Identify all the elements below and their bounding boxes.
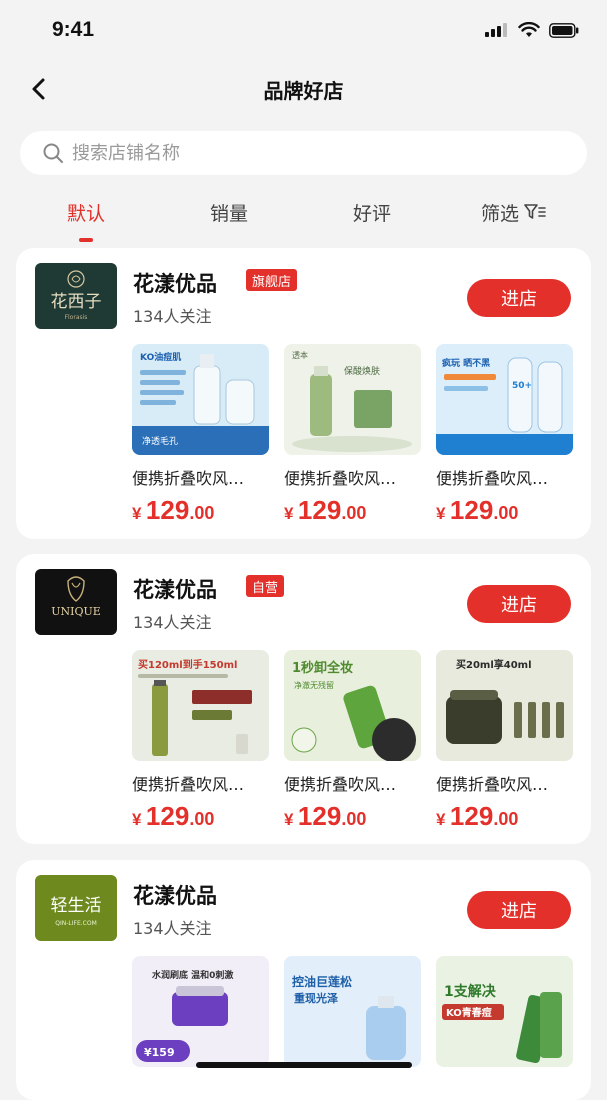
svg-text:控油巨莲松: 控油巨莲松 <box>292 974 352 989</box>
wifi-icon <box>518 22 540 37</box>
logo-subtext: Florasis <box>65 314 88 321</box>
svg-text:KO青春痘: KO青春痘 <box>446 1006 492 1019</box>
tab-sales[interactable]: 销量 <box>210 192 248 232</box>
svg-text:重现光泽: 重现光泽 <box>294 991 338 1005</box>
svg-text:1支解决: 1支解决 <box>444 983 497 1000</box>
svg-text:透本: 透本 <box>292 350 308 360</box>
enter-shop-button[interactable]: 进店 <box>467 891 571 929</box>
svg-text:50+: 50+ <box>512 381 532 391</box>
logo-text: 花西子 <box>51 292 102 312</box>
product-item[interactable]: 买20ml享40ml 便携折叠吹风… ¥ 129.00 <box>436 650 574 832</box>
tab-label: 销量 <box>210 202 249 225</box>
enter-shop-button[interactable]: 进店 <box>467 279 571 317</box>
shop-badge: 旗舰店 <box>246 269 298 291</box>
svg-text:买20ml享40ml: 买20ml享40ml <box>456 658 532 671</box>
product-price: ¥ 129.00 <box>436 495 519 525</box>
product-image: 1支解决 KO青春痘 <box>436 956 573 1067</box>
search-bar[interactable] <box>20 131 587 175</box>
enter-shop-button[interactable]: 进店 <box>467 585 571 623</box>
tab-active-indicator <box>79 238 93 242</box>
svg-text:KO油痘肌: KO油痘肌 <box>140 351 181 363</box>
product-item[interactable]: 疯玩 晒不黑 50+ 便携折叠吹风… ¥ 129.00 <box>436 344 574 526</box>
shop-name: 花漾优品 <box>133 272 217 296</box>
svg-text:¥159: ¥159 <box>144 1046 175 1059</box>
product-name: 便携折叠吹风… <box>284 775 397 794</box>
product-name: 便携折叠吹风… <box>132 469 245 488</box>
product-image: 疯玩 晒不黑 50+ <box>436 344 573 455</box>
follower-count: 134人关注 <box>133 919 212 938</box>
logo-text: 轻生活 <box>51 896 102 916</box>
svg-text:买120ml到手150ml: 买120ml到手150ml <box>138 658 237 671</box>
page-title: 品牌好店 <box>263 78 344 103</box>
product-item[interactable]: 1秒卸全妆 净澈无残留 便携折叠吹风… ¥ 129.00 <box>284 650 422 832</box>
shop-badge: 自营 <box>246 575 285 597</box>
tab-default[interactable]: 默认 <box>67 192 106 242</box>
product-name: 便携折叠吹风… <box>436 469 549 488</box>
back-button[interactable] <box>24 74 52 104</box>
product-price: ¥ 129.00 <box>284 495 367 525</box>
filter-icon <box>524 204 546 219</box>
product-item[interactable]: 控油巨莲松 重现光泽 <box>284 956 422 1067</box>
product-price: ¥ 129.00 <box>284 801 367 831</box>
product-image: 控油巨莲松 重现光泽 <box>284 956 421 1067</box>
shop-name: 花漾优品 <box>133 884 217 908</box>
product-image: KO油痘肌 净透毛孔 <box>132 344 269 455</box>
product-item[interactable]: 水润刷底 温和0刺激 ¥159 <box>132 956 270 1067</box>
logo-text: UNIQUE <box>51 605 101 618</box>
nav-bar: 品牌好店 <box>0 62 607 116</box>
shop-logo: UNIQUE <box>35 569 117 635</box>
cellular-signal-icon <box>485 23 507 37</box>
product-image: 买20ml享40ml <box>436 650 573 761</box>
product-name: 便携折叠吹风… <box>284 469 397 488</box>
product-image: 1秒卸全妆 净澈无残留 <box>284 650 421 761</box>
sort-tabs: 默认 销量 好评 筛选 <box>0 192 607 242</box>
product-image: 透本 保酸焕肤 <box>284 344 421 455</box>
product-item[interactable]: 1支解决 KO青春痘 <box>436 956 574 1067</box>
product-item[interactable]: 透本 保酸焕肤 便携折叠吹风… ¥ 129.00 <box>284 344 422 526</box>
tab-label: 默认 <box>67 202 106 225</box>
follower-count: 134人关注 <box>133 307 212 326</box>
tab-label: 好评 <box>353 202 392 225</box>
shop-card[interactable]: UNIQUE 花漾优品 自营 134人关注 进店 买120ml到手150ml 便… <box>16 554 591 844</box>
svg-text:水润刷底 温和0刺激: 水润刷底 温和0刺激 <box>152 969 233 981</box>
product-price: ¥ 129.00 <box>132 495 215 525</box>
shop-name: 花漾优品 <box>133 578 217 602</box>
svg-text:净澈无残留: 净澈无残留 <box>294 680 334 690</box>
shop-logo: 轻生活 QIN-LIFE.COM <box>35 875 117 941</box>
battery-icon <box>549 22 579 38</box>
svg-text:净透毛孔: 净透毛孔 <box>142 435 178 447</box>
status-time: 9:41 <box>52 18 95 41</box>
status-icons <box>485 22 579 38</box>
svg-text:疯玩 晒不黑: 疯玩 晒不黑 <box>442 357 490 369</box>
search-icon <box>43 143 63 163</box>
product-price: ¥ 129.00 <box>436 801 519 831</box>
product-image: 买120ml到手150ml <box>132 650 269 761</box>
tab-label: 筛选 <box>481 202 520 225</box>
tab-filter[interactable]: 筛选 <box>481 192 546 232</box>
product-price: ¥ 129.00 <box>132 801 215 831</box>
logo-subtext: QIN-LIFE.COM <box>55 920 97 927</box>
tab-rating[interactable]: 好评 <box>353 192 391 232</box>
follower-count: 134人关注 <box>133 613 212 632</box>
status-bar: 9:41 <box>0 0 607 60</box>
search-input[interactable] <box>72 142 532 164</box>
product-image: 水润刷底 温和0刺激 ¥159 <box>132 956 269 1067</box>
home-indicator <box>196 1062 412 1068</box>
shop-card[interactable]: 花西子 Florasis 花漾优品 旗舰店 134人关注 进店 KO油痘肌 净透… <box>16 248 591 539</box>
product-item[interactable]: KO油痘肌 净透毛孔 便携折叠吹风… ¥ 129.00 <box>132 344 270 526</box>
product-item[interactable]: 买120ml到手150ml 便携折叠吹风… ¥ 129.00 <box>132 650 270 832</box>
svg-text:保酸焕肤: 保酸焕肤 <box>344 365 380 377</box>
shop-logo: 花西子 Florasis <box>35 263 117 329</box>
chevron-left-icon <box>32 78 45 100</box>
product-name: 便携折叠吹风… <box>132 775 245 794</box>
product-name: 便携折叠吹风… <box>436 775 549 794</box>
svg-text:1秒卸全妆: 1秒卸全妆 <box>292 660 353 676</box>
